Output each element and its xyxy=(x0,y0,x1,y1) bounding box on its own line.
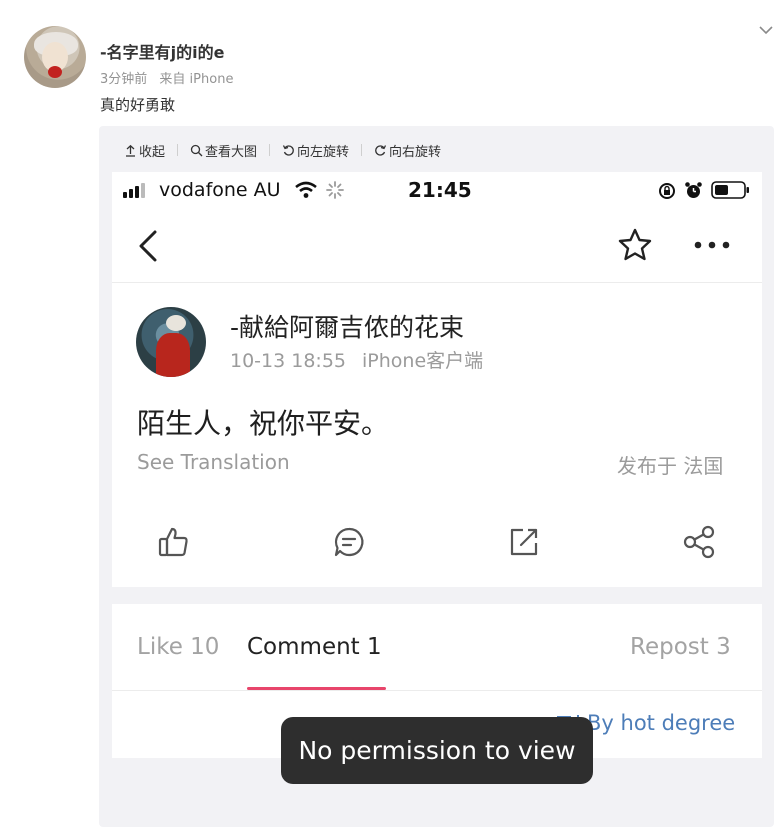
author-avatar[interactable] xyxy=(136,307,206,377)
repost-icon[interactable] xyxy=(507,525,541,559)
back-icon[interactable] xyxy=(137,230,159,262)
carrier-name: vodafone AU xyxy=(159,179,281,201)
author-name[interactable]: -献給阿爾吉侬的花束 xyxy=(230,308,464,344)
like-icon[interactable] xyxy=(157,525,191,559)
magnifier-icon xyxy=(190,144,203,156)
author-meta: 10-13 18:55 iPhone客户端 xyxy=(230,346,499,373)
view-large-label: 查看大图 xyxy=(205,144,258,160)
toolbar-divider xyxy=(361,144,363,156)
rotate-left-icon xyxy=(282,144,294,156)
rotate-right-icon xyxy=(375,144,387,156)
collapse-icon xyxy=(126,144,135,157)
user-avatar[interactable] xyxy=(24,26,86,88)
toolbar-divider xyxy=(269,144,271,156)
alarm-icon xyxy=(685,182,702,198)
see-translation-link[interactable]: See Translation xyxy=(137,450,290,474)
star-icon[interactable] xyxy=(617,227,653,263)
post-time[interactable]: 3分钟前 xyxy=(100,72,147,87)
rotation-lock-icon xyxy=(659,183,675,199)
battery-icon xyxy=(711,181,749,199)
rotate-right-label: 向右旋转 xyxy=(389,144,442,160)
sort-label: By hot degree xyxy=(587,711,736,735)
rotate-right-button[interactable]: 向右旋转 xyxy=(374,141,441,160)
tab-repost[interactable]: Repost 3 xyxy=(630,634,731,660)
divider xyxy=(112,690,762,691)
tab-like[interactable]: Like 10 xyxy=(137,634,219,660)
post-meta: 3分钟前 来自 iPhone xyxy=(100,68,241,87)
toolbar-divider xyxy=(177,144,179,156)
toast-message: No permission to view xyxy=(281,717,593,784)
comment-icon[interactable] xyxy=(332,525,366,559)
loading-spinner-icon xyxy=(326,181,344,199)
post-client: iPhone客户端 xyxy=(362,350,484,372)
more-icon[interactable] xyxy=(694,240,730,250)
collapse-label: 收起 xyxy=(139,144,166,160)
post-date: 10-13 18:55 xyxy=(230,350,347,372)
post-text: 真的好勇敢 xyxy=(100,96,176,114)
view-large-button[interactable]: 查看大图 xyxy=(190,141,257,160)
post-username[interactable]: -名字里有j的i的e xyxy=(100,39,224,63)
tab-comment[interactable]: Comment 1 xyxy=(247,634,382,660)
rotate-left-label: 向左旋转 xyxy=(297,144,350,160)
post-source: 来自 iPhone xyxy=(159,72,234,87)
chevron-down-icon[interactable] xyxy=(758,22,774,38)
status-time: 21:45 xyxy=(408,178,472,202)
share-icon[interactable] xyxy=(682,525,716,559)
signal-icon xyxy=(123,183,145,198)
collapse-button[interactable]: 收起 xyxy=(124,141,165,160)
section-gap xyxy=(112,587,762,604)
post-location: 发布于 法国 xyxy=(617,454,724,478)
divider xyxy=(112,282,762,283)
wifi-icon xyxy=(295,181,317,198)
rotate-left-button[interactable]: 向左旋转 xyxy=(282,141,349,160)
image-toolbar: 收起 查看大图 向左旋转 向右旋转 xyxy=(124,140,441,160)
post-content: 陌生人，祝你平安。 xyxy=(137,407,390,440)
